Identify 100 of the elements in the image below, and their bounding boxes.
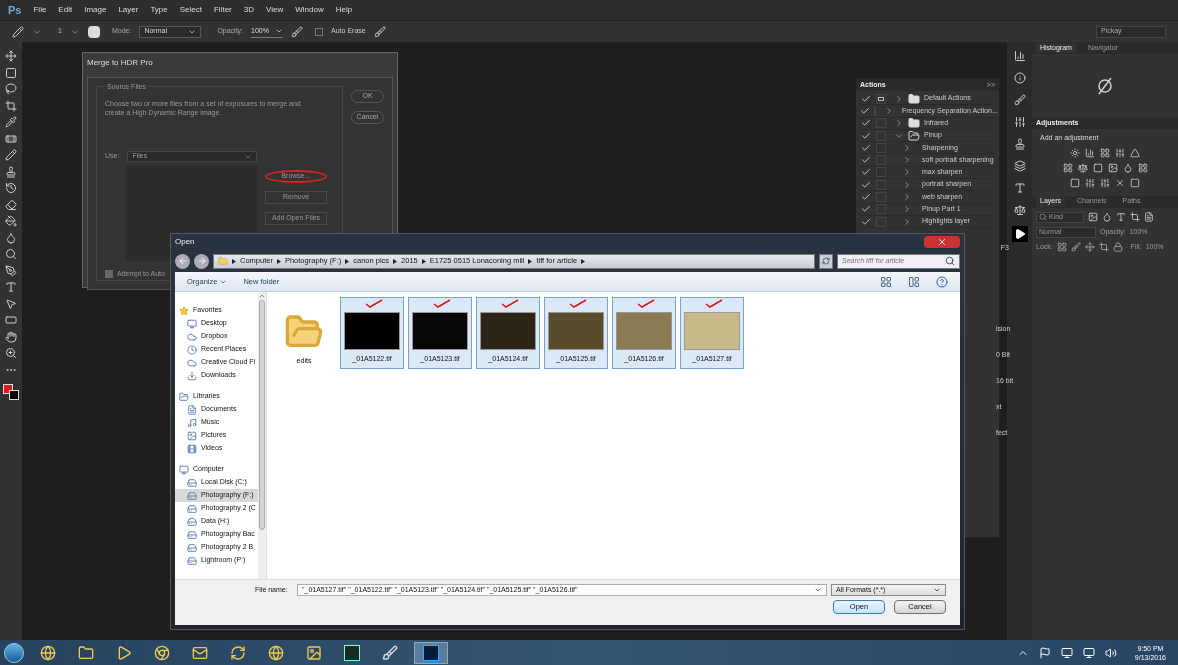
taskbar-app-icon[interactable] <box>414 641 448 664</box>
menu-item[interactable]: View <box>266 4 284 16</box>
back-button[interactable] <box>175 253 190 269</box>
menu-item[interactable]: Select <box>179 4 202 16</box>
chevron-icon[interactable] <box>902 216 912 227</box>
panel-icon[interactable] <box>1013 94 1026 106</box>
tool-icon[interactable] <box>5 116 17 128</box>
tray-icon[interactable] <box>1104 646 1117 659</box>
adjustment-icon[interactable] <box>1100 177 1110 188</box>
tool-icon[interactable] <box>5 149 17 161</box>
tray-icon[interactable] <box>1060 646 1073 659</box>
preview-pane-icon[interactable] <box>908 275 920 288</box>
check-icon[interactable] <box>860 93 872 104</box>
chevron-icon[interactable] <box>894 93 904 104</box>
check-icon[interactable] <box>860 142 872 153</box>
adjustment-icon[interactable] <box>1070 177 1080 188</box>
tool-icon[interactable] <box>5 66 17 79</box>
menu-item[interactable]: Window <box>295 4 324 16</box>
chevron-icon[interactable] <box>902 192 912 202</box>
tool-icon[interactable] <box>5 165 17 178</box>
adjustment-icon[interactable] <box>1100 147 1110 158</box>
panel-icon[interactable] <box>1013 72 1026 84</box>
adjustment-icon[interactable] <box>1130 147 1140 158</box>
tool-icon[interactable] <box>5 347 17 359</box>
check-icon[interactable] <box>860 192 872 202</box>
adjustment-icon[interactable] <box>1077 162 1088 173</box>
menu-item[interactable]: Filter <box>214 4 232 16</box>
chevron-icon[interactable] <box>902 142 912 153</box>
chevron-icon[interactable] <box>902 167 912 178</box>
menu-item[interactable]: Edit <box>58 4 73 16</box>
check-icon[interactable] <box>860 130 872 141</box>
tool-icon[interactable] <box>5 281 17 293</box>
adjustment-icon[interactable] <box>1085 147 1095 158</box>
filter-icon[interactable] <box>1116 212 1126 222</box>
tool-icon[interactable] <box>5 314 17 326</box>
check-icon[interactable] <box>860 167 872 178</box>
filter-icon[interactable] <box>1144 212 1154 222</box>
check-icon[interactable] <box>860 105 870 116</box>
adjustment-icon[interactable] <box>1122 162 1133 173</box>
menu-item[interactable]: File <box>33 4 47 16</box>
tool-icon[interactable] <box>5 297 17 310</box>
auto-align-checkbox[interactable] <box>105 270 113 279</box>
start-button[interactable] <box>4 642 24 663</box>
check-icon[interactable] <box>860 179 872 190</box>
chevron-icon[interactable] <box>902 204 912 215</box>
menu-item[interactable]: 3D <box>243 4 254 16</box>
lock-icon[interactable] <box>1056 241 1067 252</box>
check-icon[interactable] <box>860 155 872 166</box>
check-icon[interactable] <box>860 118 872 129</box>
adjustment-icon[interactable] <box>1070 147 1080 158</box>
dialog-toggle[interactable] <box>876 93 886 104</box>
adjustment-icon[interactable] <box>1107 162 1118 173</box>
close-button[interactable] <box>924 236 960 248</box>
refresh-button[interactable] <box>819 253 833 269</box>
tool-icon[interactable] <box>5 99 17 112</box>
scrollbar[interactable] <box>258 292 266 579</box>
tool-icon[interactable] <box>5 248 17 260</box>
dialog-toggle[interactable] <box>876 142 886 153</box>
panel-icon[interactable] <box>1013 116 1026 128</box>
dialog-toggle[interactable] <box>876 167 886 178</box>
color-swatches-icon[interactable] <box>3 384 19 400</box>
tool-icon[interactable] <box>5 50 17 62</box>
lock-icon[interactable] <box>1070 241 1081 252</box>
dialog-toggle[interactable] <box>876 204 886 215</box>
tool-icon[interactable] <box>5 264 17 277</box>
dialog-toggle[interactable] <box>876 216 886 227</box>
tool-icon[interactable] <box>5 83 17 95</box>
lock-icon[interactable] <box>1098 241 1109 252</box>
adjustment-icon[interactable] <box>1062 162 1073 173</box>
play-button[interactable] <box>1011 226 1028 242</box>
adjustment-icon[interactable] <box>1130 177 1140 188</box>
view-icon[interactable] <box>880 275 892 288</box>
dialog-toggle[interactable] <box>876 179 886 190</box>
adjustment-icon[interactable] <box>1085 177 1095 188</box>
tray-icon[interactable] <box>1038 646 1051 659</box>
lock-icon[interactable] <box>1084 241 1095 252</box>
adjustment-icon[interactable] <box>1092 162 1103 173</box>
panel-icon[interactable] <box>1013 138 1026 150</box>
tool-icon[interactable] <box>5 198 17 211</box>
check-icon[interactable] <box>860 216 872 227</box>
tray-icon[interactable] <box>1082 646 1095 659</box>
tool-icon[interactable] <box>5 231 17 244</box>
filter-icon[interactable] <box>1130 212 1140 222</box>
tool-icon[interactable] <box>5 182 17 194</box>
tool-icon[interactable] <box>5 132 17 145</box>
chevron-icon[interactable] <box>902 155 912 166</box>
dialog-toggle[interactable] <box>876 155 886 166</box>
lock-icon[interactable] <box>1112 241 1123 252</box>
menu-item[interactable]: Image <box>84 4 107 16</box>
menu-item[interactable]: Type <box>150 4 168 16</box>
panel-icon[interactable] <box>1013 182 1026 194</box>
tool-icon[interactable] <box>5 215 17 227</box>
dialog-toggle[interactable] <box>876 118 886 129</box>
help-icon[interactable] <box>936 275 948 288</box>
forward-button[interactable] <box>194 253 209 269</box>
chevron-icon[interactable] <box>894 118 904 129</box>
filter-icon[interactable] <box>1102 212 1112 222</box>
auto-erase-checkbox[interactable] <box>315 27 324 36</box>
tool-icon[interactable] <box>5 330 17 343</box>
dialog-toggle[interactable] <box>876 130 886 141</box>
